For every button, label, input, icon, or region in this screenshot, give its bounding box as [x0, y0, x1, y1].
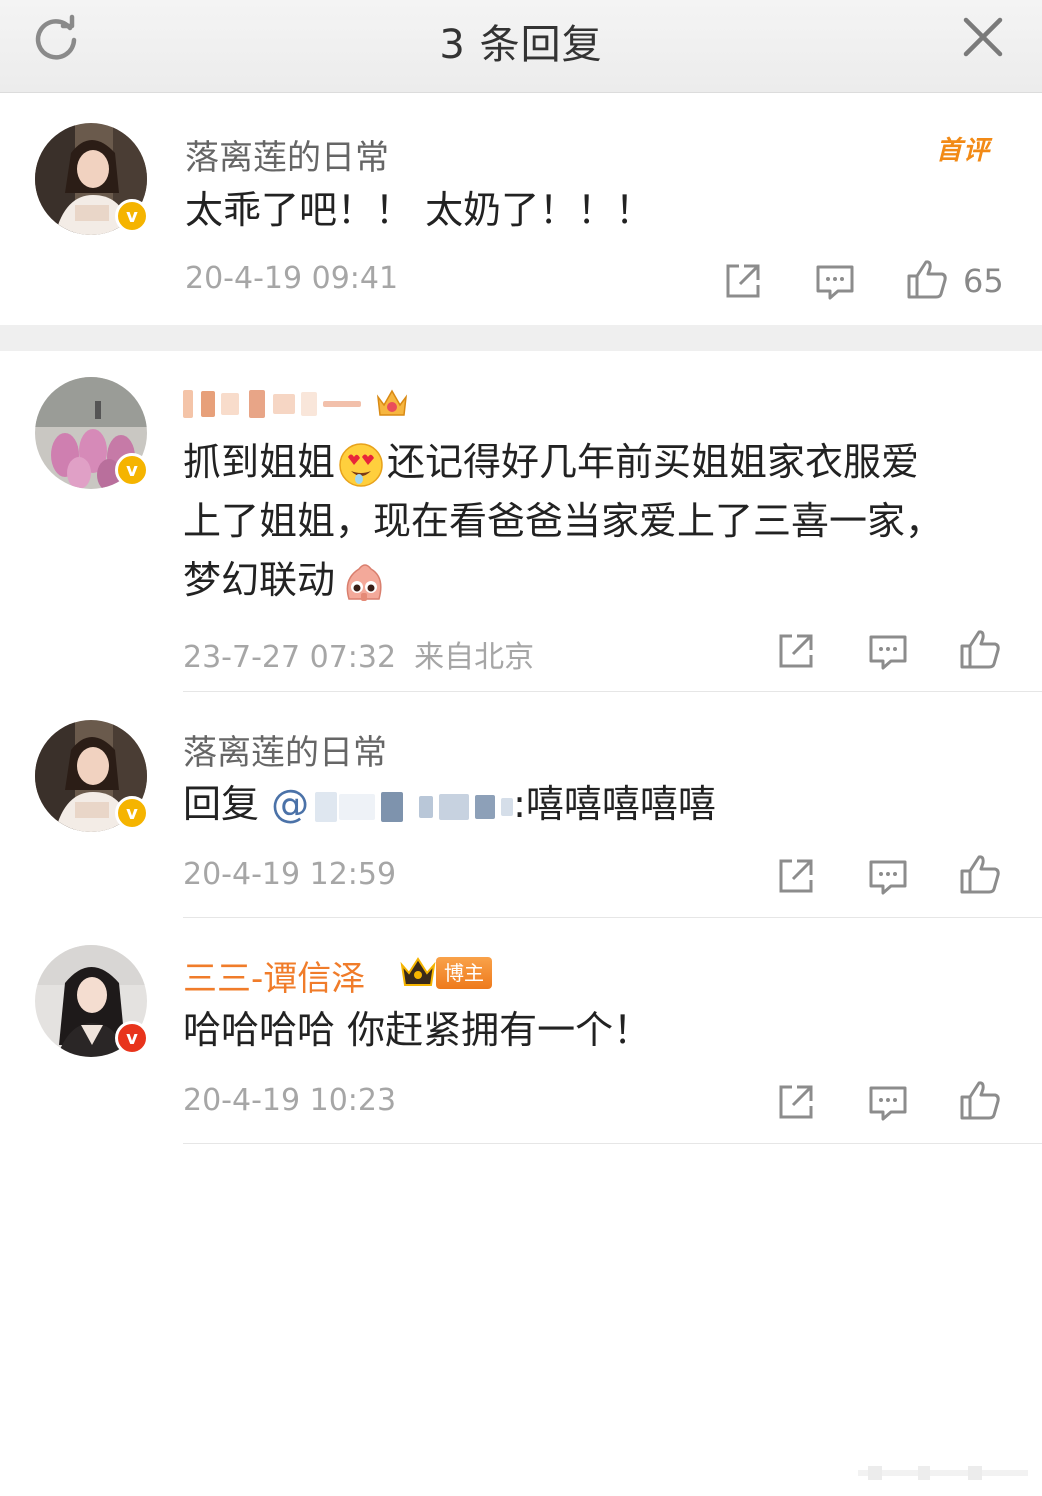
share-icon[interactable]: [722, 260, 764, 302]
timestamp: 20-4-19 09:41: [185, 261, 399, 296]
timestamp: 20-4-19 10:23: [183, 1083, 397, 1118]
comment-text-line-3: 梦幻联动: [183, 551, 387, 610]
avatar[interactable]: v: [35, 377, 149, 489]
verified-badge: v: [115, 1021, 149, 1055]
comment-text: 回复 @:嘻嘻嘻嘻嘻: [183, 782, 716, 826]
like-icon[interactable]: [905, 257, 949, 301]
share-icon[interactable]: [775, 855, 817, 897]
blogger-badge: 博主: [436, 957, 492, 989]
heart-eyes-emoji-icon: [339, 442, 383, 487]
verified-badge: v: [115, 199, 149, 233]
like-icon[interactable]: [958, 1078, 1002, 1122]
like-icon[interactable]: [958, 627, 1002, 671]
watermark-mark: [858, 1466, 1028, 1480]
page-title: 3 条回复: [439, 22, 603, 68]
comment-icon[interactable]: [867, 631, 909, 673]
divider: [183, 691, 1042, 692]
divider: [183, 917, 1042, 918]
close-icon[interactable]: [960, 14, 1006, 60]
section-gap: [0, 325, 1042, 351]
first-comment-badge: 首评: [936, 136, 991, 166]
avatar[interactable]: v: [35, 123, 149, 235]
comment-icon[interactable]: [814, 261, 856, 303]
like-icon[interactable]: [958, 852, 1002, 896]
username[interactable]: 落离莲的日常: [183, 725, 387, 774]
root-comment: v 落离莲的日常 首评 太乖了吧！！ 太奶了！！！ 20-4-19 09:41 …: [0, 93, 1042, 325]
comment-text: 太乖了吧！！ 太奶了！！！: [185, 188, 654, 232]
comment-icon[interactable]: [867, 856, 909, 898]
timestamp: 20-4-19 12:59: [183, 857, 397, 892]
verified-badge: v: [115, 796, 149, 830]
username-redacted[interactable]: [183, 382, 361, 422]
avatar[interactable]: v: [35, 720, 149, 832]
verified-badge: v: [115, 453, 149, 487]
like-count: 65: [963, 262, 1004, 300]
share-icon[interactable]: [775, 630, 817, 672]
comment-text-line-1: 抓到姐姐 还记得好几年前买姐姐家衣服爱: [183, 433, 919, 492]
username[interactable]: 三三-谭信泽: [183, 951, 365, 1000]
crown-icon: [376, 389, 408, 416]
comment-text: 哈哈哈哈 你赶紧拥有一个！: [183, 1008, 652, 1052]
header-bar: 3 条回复: [0, 0, 1042, 93]
divider: [183, 1143, 1042, 1144]
username[interactable]: 落离莲的日常: [185, 130, 389, 179]
mention-link[interactable]: @: [271, 782, 514, 826]
comment-icon[interactable]: [867, 1082, 909, 1124]
crown-icon: [400, 957, 436, 986]
timestamp: 23-7-27 07:32 来自北京: [183, 640, 535, 675]
shy-emoji-icon: [346, 563, 382, 601]
comment-text-line-2: 上了姐姐，现在看爸爸当家爱上了三喜一家，: [183, 499, 944, 543]
avatar[interactable]: v: [35, 945, 149, 1057]
share-icon[interactable]: [775, 1081, 817, 1123]
